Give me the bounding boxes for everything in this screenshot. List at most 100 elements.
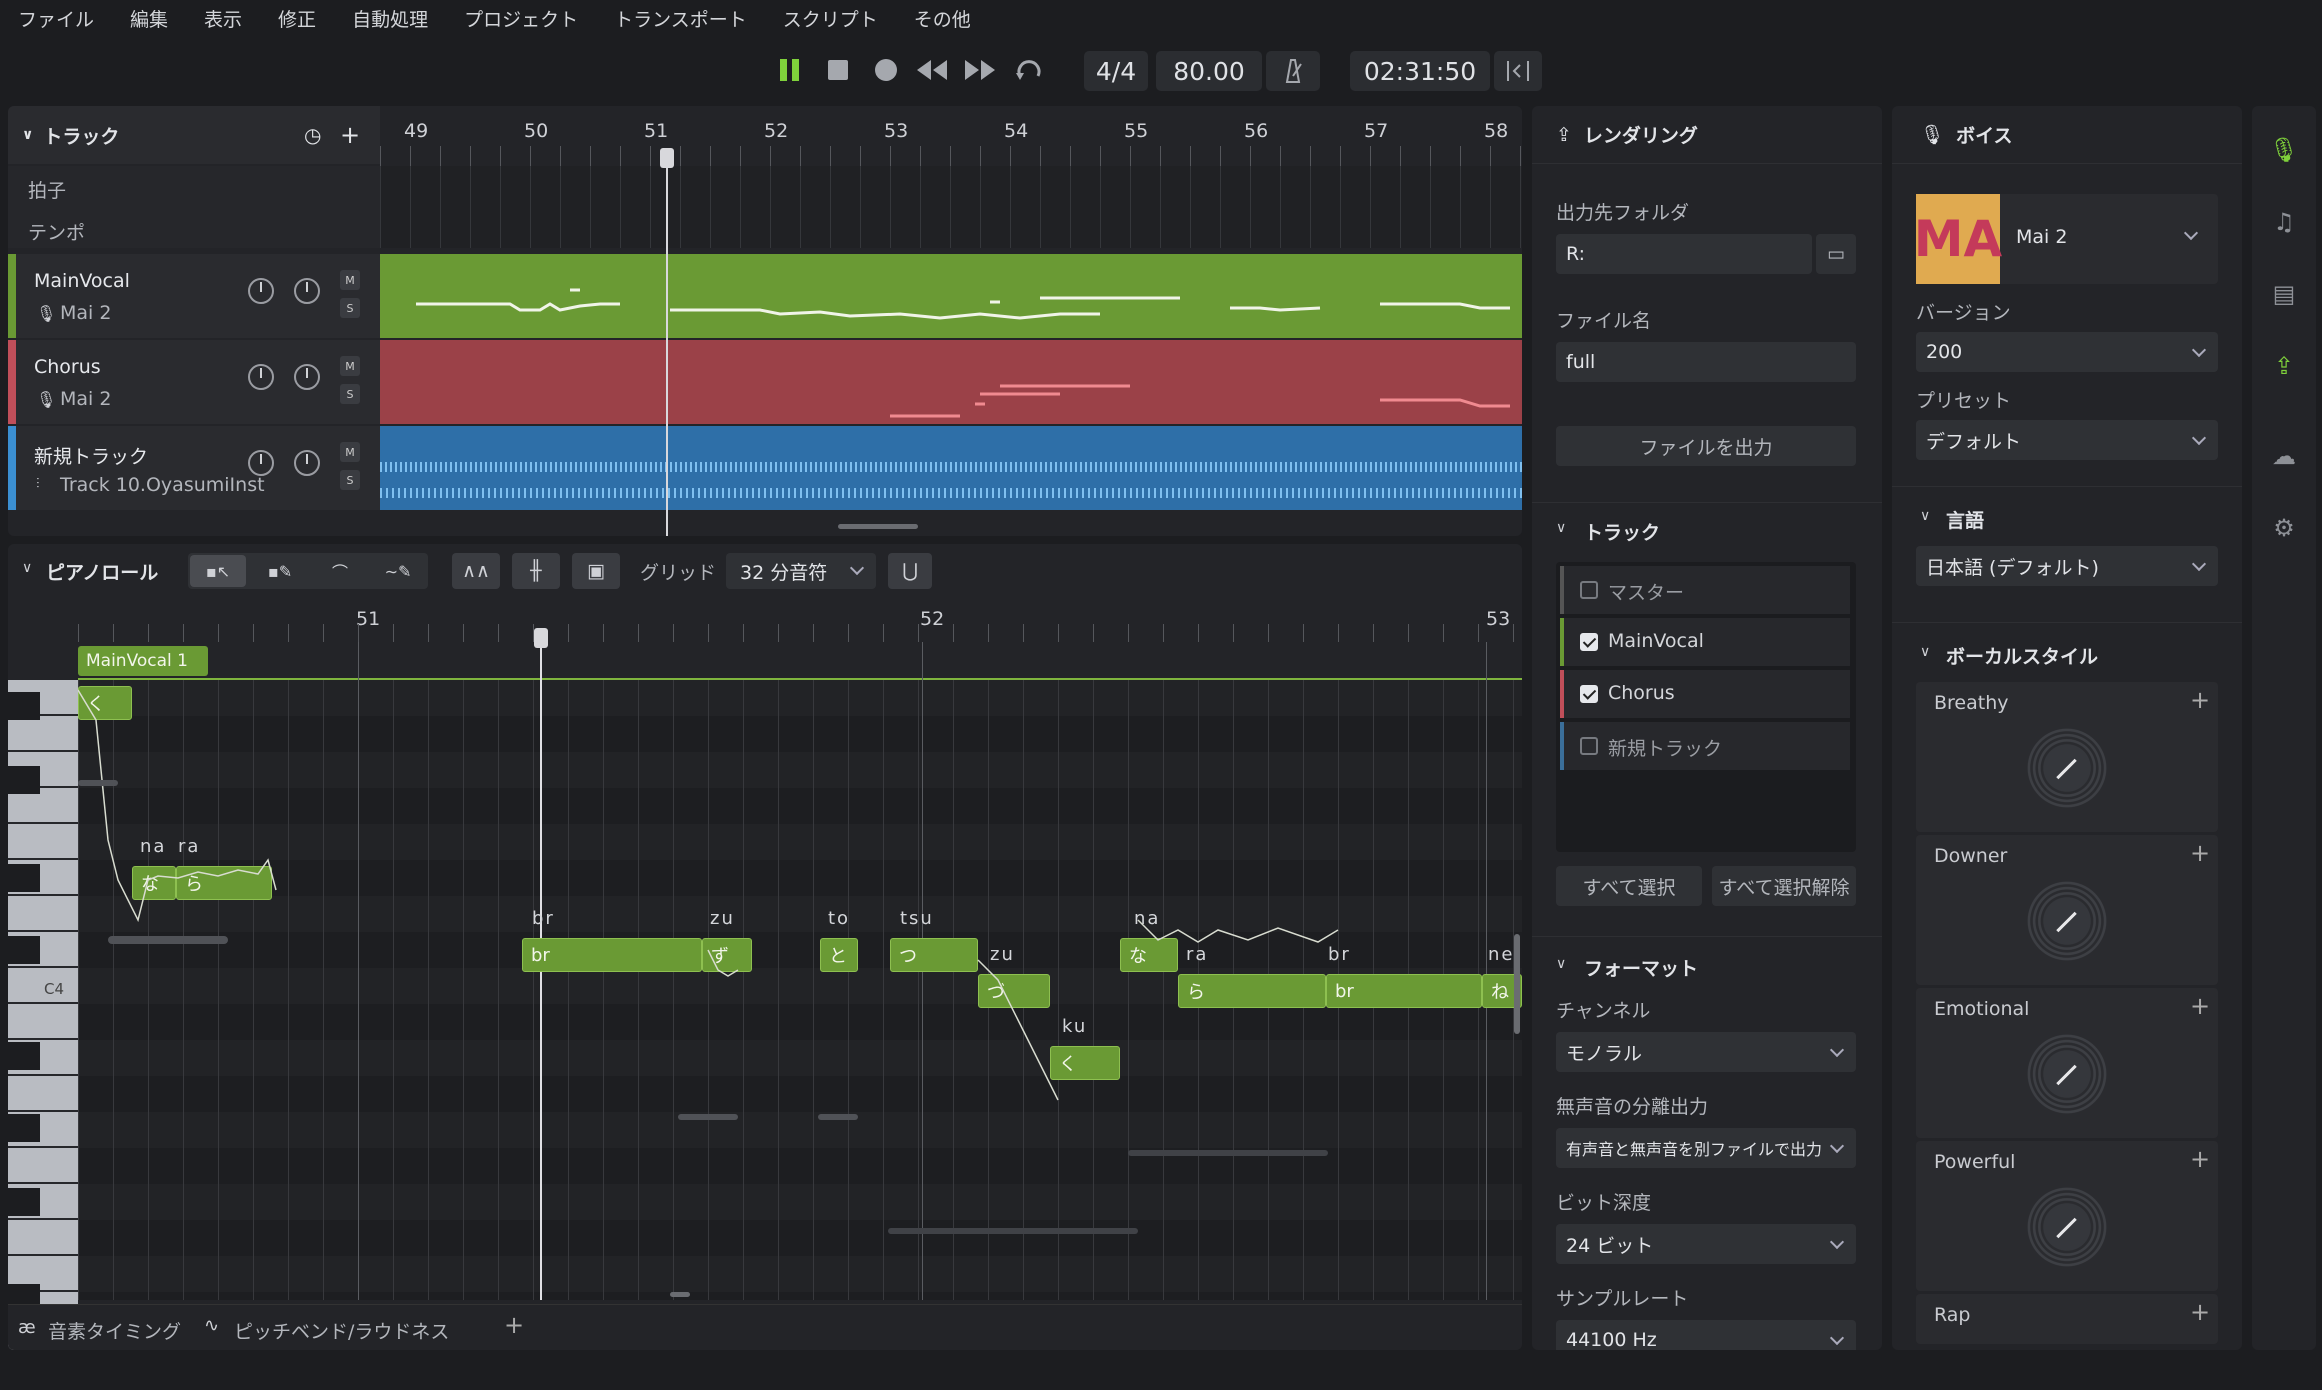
track-lane-chorus[interactable] <box>380 340 1522 424</box>
collapse-chevron-icon[interactable]: ∨ <box>1920 644 1930 660</box>
render-track-item[interactable]: マスター <box>1560 566 1850 614</box>
track-header-new[interactable]: 新規トラック ⫶ Track 10.OyasumiInst M S <box>8 426 380 510</box>
document-icon[interactable]: ▤ <box>2268 278 2300 310</box>
pause-icon[interactable] <box>774 48 806 92</box>
piano-ruler[interactable]: 51 52 53 <box>8 598 1522 642</box>
rewind-icon[interactable] <box>914 48 950 92</box>
mute-button[interactable]: M <box>340 270 360 290</box>
calendar-icon[interactable]: ▣ <box>572 553 620 589</box>
channel-select[interactable]: モノラル <box>1556 1032 1856 1072</box>
add-style-icon[interactable]: + <box>2190 686 2210 714</box>
track-header-chorus[interactable]: Chorus 🎙 Mai 2 M S <box>8 340 380 424</box>
time-signature[interactable]: 4/4 <box>1084 51 1148 91</box>
folder-icon[interactable]: ▭ <box>1816 234 1856 274</box>
track-lane-new[interactable] <box>380 426 1522 510</box>
menu-view[interactable]: 表示 <box>204 5 242 32</box>
solo-button[interactable]: S <box>340 470 360 490</box>
solo-button[interactable]: S <box>340 384 360 404</box>
render-track-item[interactable]: Chorus <box>1560 670 1850 718</box>
bit-depth-select[interactable]: 24 ビット <box>1556 1224 1856 1264</box>
export-icon[interactable]: ⇪ <box>2268 350 2300 382</box>
snap-back-icon[interactable] <box>1494 51 1542 91</box>
playhead-handle[interactable] <box>660 148 674 168</box>
out-folder-input[interactable]: R: <box>1556 234 1812 274</box>
export-file-button[interactable]: ファイルを出力 <box>1556 426 1856 466</box>
loop-icon[interactable] <box>1012 48 1046 92</box>
menu-transport[interactable]: トランスポート <box>614 5 747 32</box>
style-card-breathy[interactable]: Breathy + <box>1916 682 2218 832</box>
collapse-chevron-icon[interactable]: ∨ <box>1556 520 1566 536</box>
tempo-value[interactable]: 80.00 <box>1156 51 1262 91</box>
cloud-icon[interactable]: ☁ <box>2268 440 2300 472</box>
silence-select[interactable]: 有声音と無声音を別ファイルで出力 <box>1556 1128 1856 1168</box>
track-lane-mainvocal[interactable] <box>380 254 1522 338</box>
mute-button[interactable]: M <box>340 442 360 462</box>
grid-select[interactable]: 32 分音符 <box>726 553 876 589</box>
pan-knob[interactable] <box>294 278 320 304</box>
magnet-icon[interactable]: ⋃ <box>888 553 932 589</box>
language-select[interactable]: 日本語 (デフォルト) <box>1916 546 2218 586</box>
style-knob[interactable] <box>2021 1028 2113 1120</box>
volume-knob[interactable] <box>248 450 274 476</box>
add-track-icon[interactable]: + <box>340 121 360 149</box>
collapse-chevron-icon[interactable]: ∨ <box>1556 956 1566 972</box>
pen-tool-icon[interactable]: ▪✎ <box>252 555 308 587</box>
collapse-chevron-icon[interactable]: ∨ <box>22 127 33 143</box>
gear-icon[interactable]: ⚙ <box>2268 512 2300 544</box>
menu-other[interactable]: その他 <box>914 5 971 32</box>
style-knob[interactable] <box>2021 875 2113 967</box>
add-tab-icon[interactable]: + <box>504 1311 524 1339</box>
menu-script[interactable]: スクリプト <box>783 5 878 32</box>
sample-rate-select[interactable]: 44100 Hz <box>1556 1320 1856 1350</box>
version-select[interactable]: 200 <box>1916 332 2218 372</box>
record-icon[interactable] <box>870 48 902 92</box>
voice-mic-icon[interactable]: 🎙 <box>2268 134 2300 166</box>
pan-knob[interactable] <box>294 364 320 390</box>
fast-forward-icon[interactable] <box>962 48 998 92</box>
collapse-chevron-icon[interactable]: ∨ <box>1920 508 1930 524</box>
menu-edit[interactable]: 編集 <box>130 5 168 32</box>
add-style-icon[interactable]: + <box>2190 1145 2210 1173</box>
curve-tool-icon[interactable]: ⌒ <box>314 555 366 587</box>
style-card-emotional[interactable]: Emotional + <box>1916 988 2218 1138</box>
vertical-scrollbar[interactable] <box>1514 934 1520 1034</box>
pitch-curve-icon[interactable]: ∧∧ <box>452 553 500 589</box>
music-note-icon[interactable]: ♫ <box>2268 206 2300 238</box>
add-style-icon[interactable]: + <box>2190 839 2210 867</box>
add-style-icon[interactable]: + <box>2190 1298 2210 1326</box>
tab-phoneme-timing[interactable]: 音素タイミング <box>48 1317 181 1344</box>
track-checkbox[interactable] <box>1580 633 1598 651</box>
waveform-view-icon[interactable]: ╫ <box>512 553 560 589</box>
playhead-handle[interactable] <box>534 628 548 648</box>
pitch-pen-icon[interactable]: ∼✎ <box>370 555 426 587</box>
horizontal-scrollbar[interactable] <box>670 1292 690 1297</box>
select-all-button[interactable]: すべて選択 <box>1556 866 1702 906</box>
stop-icon[interactable] <box>822 48 854 92</box>
menu-auto[interactable]: 自動処理 <box>352 5 428 32</box>
track-header-mainvocal[interactable]: MainVocal 🎙 Mai 2 M S <box>8 254 380 338</box>
playhead[interactable] <box>666 148 668 536</box>
style-knob[interactable] <box>2021 1181 2113 1273</box>
render-track-item[interactable]: 新規トラック <box>1560 722 1850 770</box>
menu-file[interactable]: ファイル <box>18 5 94 32</box>
deselect-all-button[interactable]: すべて選択解除 <box>1712 866 1856 906</box>
style-card-downer[interactable]: Downer + <box>1916 835 2218 985</box>
clip-label[interactable]: MainVocal 1 <box>78 646 208 676</box>
volume-knob[interactable] <box>248 278 274 304</box>
render-track-item[interactable]: MainVocal <box>1560 618 1850 666</box>
track-checkbox[interactable] <box>1580 685 1598 703</box>
add-style-icon[interactable]: + <box>2190 992 2210 1020</box>
style-card-powerful[interactable]: Powerful + <box>1916 1141 2218 1291</box>
history-icon[interactable]: ◷ <box>304 123 321 147</box>
metronome-icon[interactable] <box>1266 51 1320 91</box>
tracks-ruler[interactable]: 49 50 51 52 53 54 55 56 57 58 <box>380 106 1522 166</box>
tab-pitch-loudness[interactable]: ピッチベンド/ラウドネス <box>234 1317 449 1344</box>
style-knob[interactable] <box>2021 722 2113 814</box>
pan-knob[interactable] <box>294 450 320 476</box>
mute-button[interactable]: M <box>340 356 360 376</box>
voice-select[interactable]: MA Mai 2 <box>1914 194 2218 284</box>
solo-button[interactable]: S <box>340 298 360 318</box>
track-checkbox[interactable] <box>1580 581 1598 599</box>
preset-select[interactable]: デフォルト <box>1916 420 2218 460</box>
volume-knob[interactable] <box>248 364 274 390</box>
